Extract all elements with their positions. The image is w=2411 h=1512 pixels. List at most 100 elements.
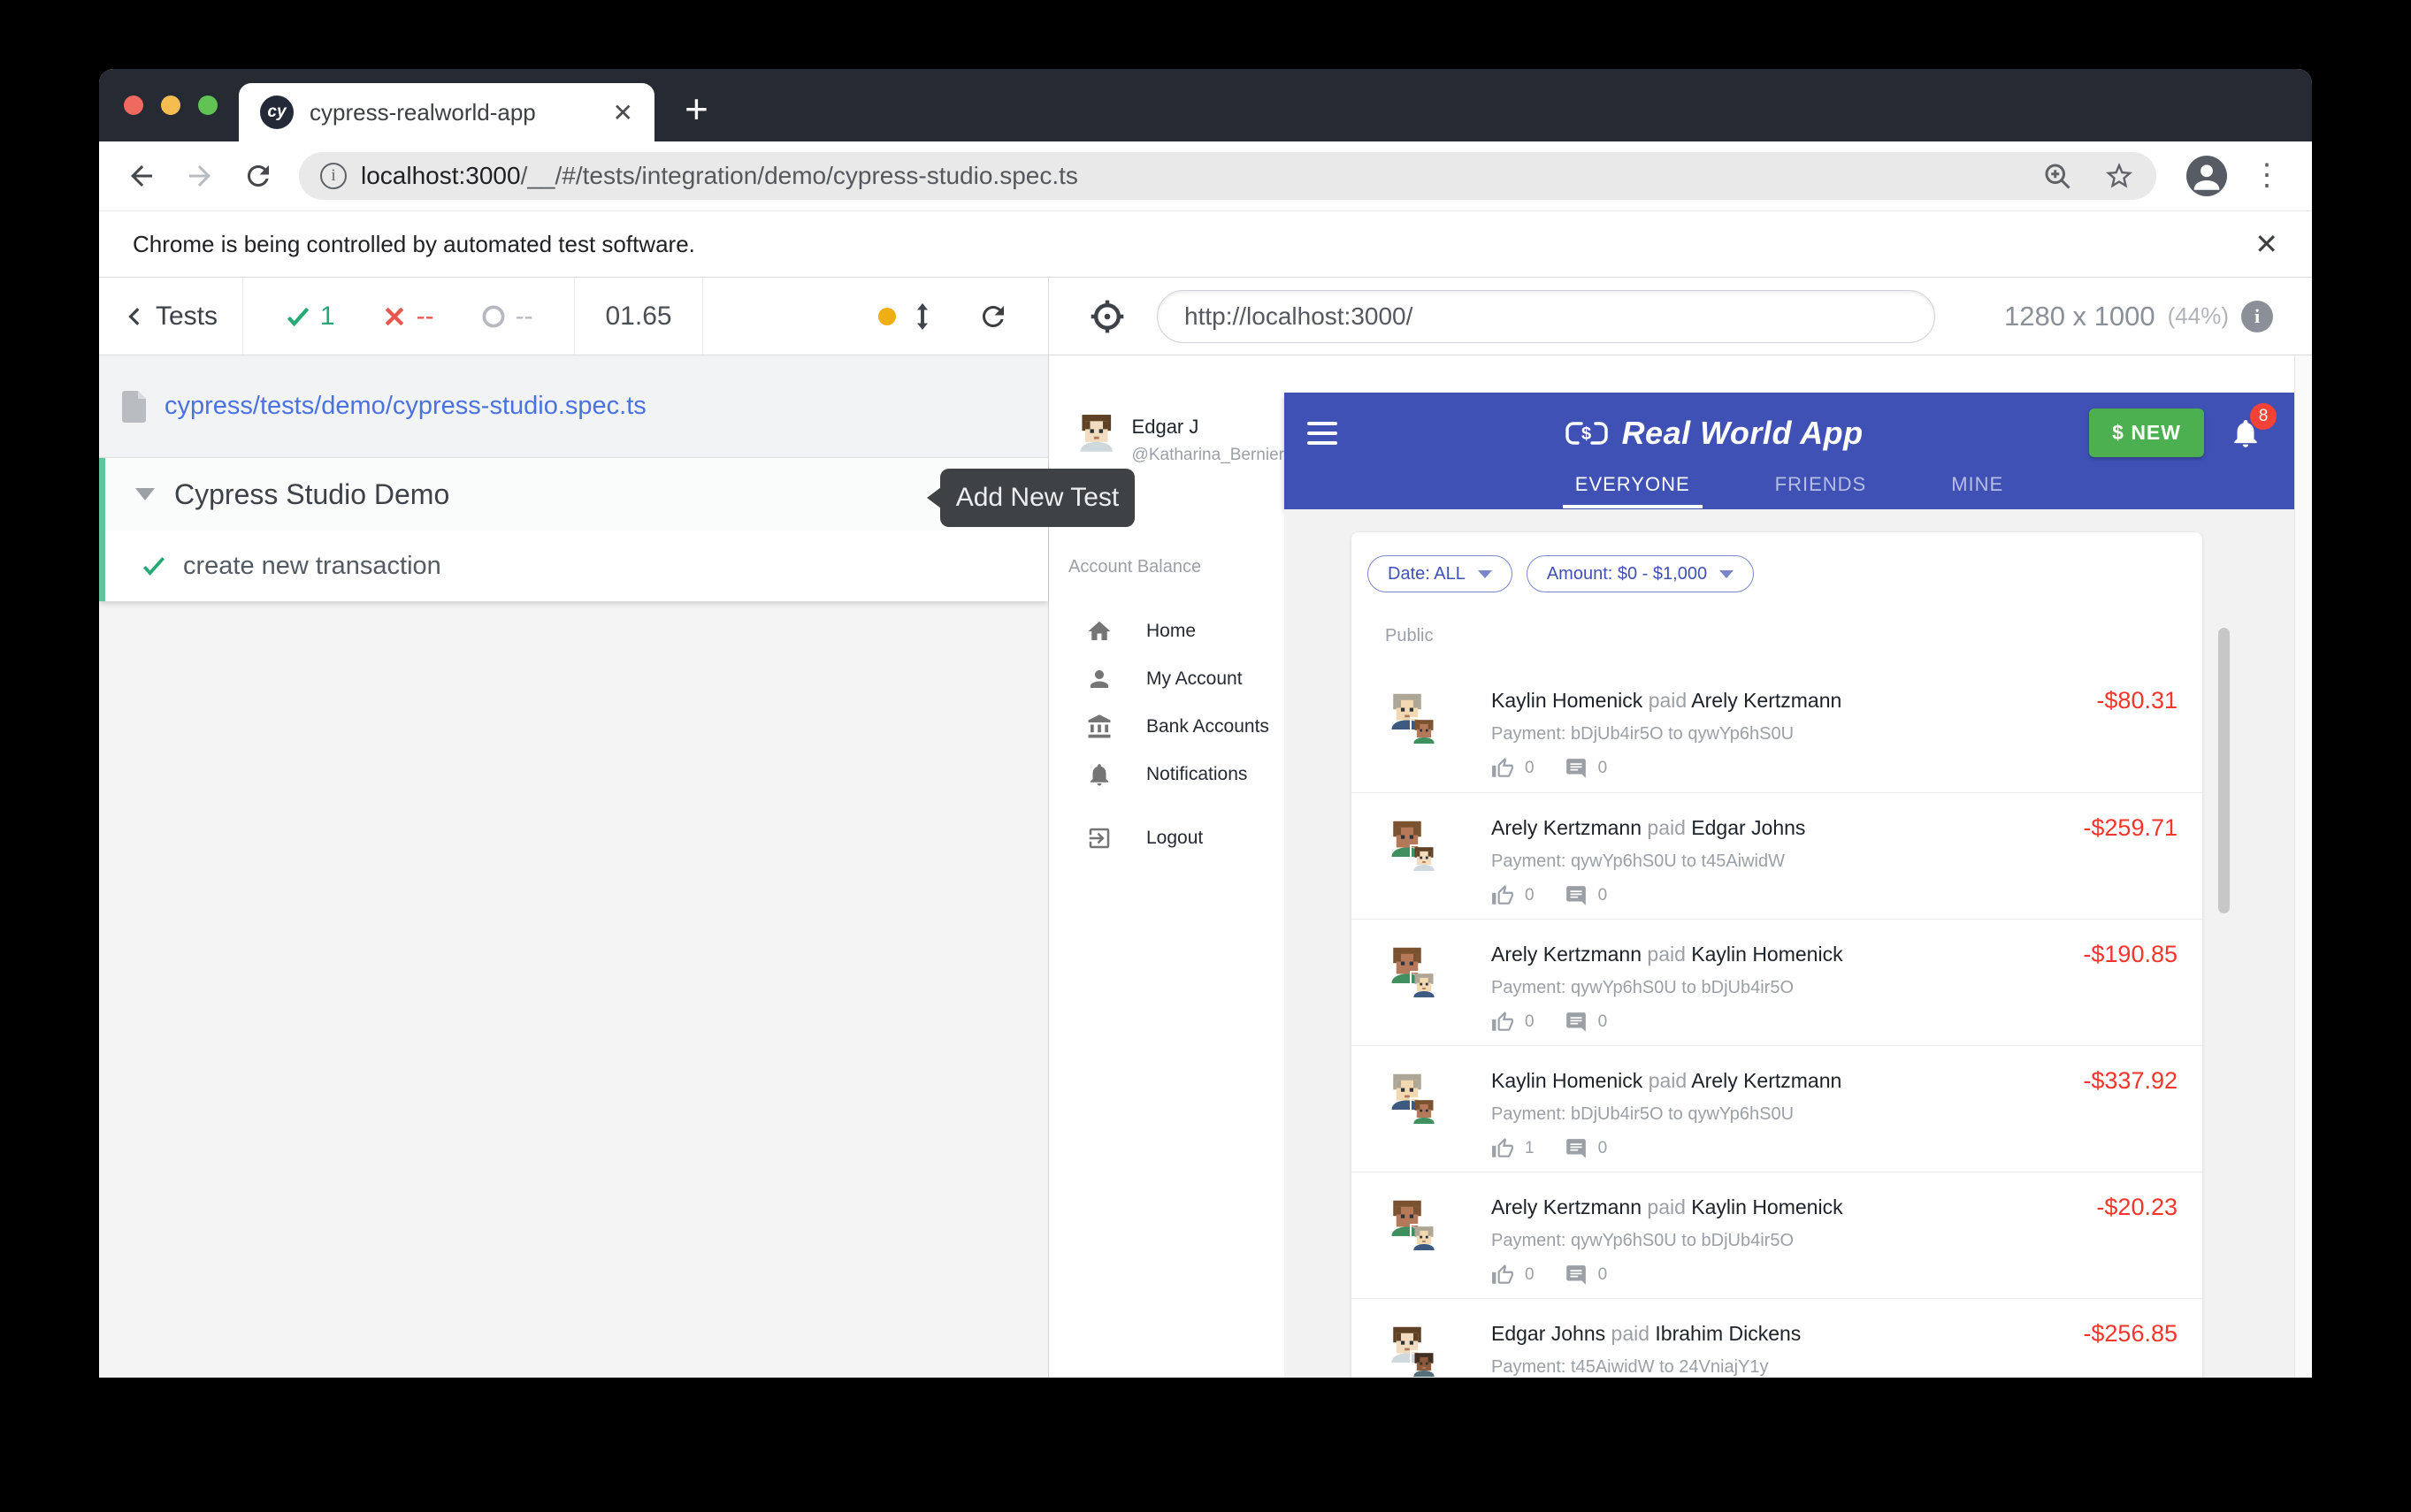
- close-tab-icon[interactable]: ✕: [613, 98, 633, 127]
- transaction-feed-card: Date: ALL Amount: $0 - $1,000 Public Kay…: [1351, 532, 2202, 1378]
- comment-icon[interactable]: [1565, 884, 1588, 907]
- transaction-amount: -$256.85: [2083, 1320, 2178, 1348]
- tab-strip: cy cypress-realworld-app ✕ +: [99, 69, 2312, 141]
- comment-icon[interactable]: [1565, 757, 1588, 780]
- infobar-close-icon[interactable]: ✕: [2254, 227, 2278, 261]
- chevron-left-icon: [124, 305, 147, 328]
- auto-scrolling-toggle[interactable]: [878, 301, 938, 332]
- back-to-tests-button[interactable]: Tests: [99, 278, 243, 355]
- comment-icon[interactable]: [1565, 1137, 1588, 1160]
- transaction-title: Kaylin Homenick paid Arely Kertzmann: [1491, 689, 2176, 713]
- url-text[interactable]: localhost:3000/__/#/tests/integration/de…: [361, 162, 2027, 190]
- transaction-amount: -$80.31: [2096, 687, 2178, 714]
- app-url-input[interactable]: http://localhost:3000/: [1157, 290, 1935, 343]
- passed-stat: 1: [285, 302, 335, 332]
- arrow-forward-icon: [184, 160, 216, 192]
- thumbs-up-icon[interactable]: [1491, 1011, 1514, 1034]
- new-transaction-button[interactable]: $ NEW: [2089, 409, 2204, 457]
- transaction-row[interactable]: Arely Kertzmann paid Edgar Johns Payment…: [1351, 792, 2202, 919]
- rwa-logo-icon: $: [1564, 420, 1610, 447]
- bank-icon: [1086, 714, 1113, 740]
- transaction-row[interactable]: Edgar Johns paid Ibrahim Dickens Payment…: [1351, 1298, 2202, 1378]
- page-info-icon[interactable]: i: [320, 163, 347, 189]
- sidebar-nav-home[interactable]: Home: [1049, 607, 1284, 655]
- sidebar-nav-notifications[interactable]: Notifications: [1049, 751, 1284, 798]
- thumbs-up-icon[interactable]: [1491, 1137, 1514, 1160]
- app-preview-panel: Edgar J @Katharina_Bernier Account Balan…: [1049, 355, 2312, 1378]
- profile-avatar-icon[interactable]: [2186, 156, 2227, 196]
- sidebar-user: Edgar J @Katharina_Bernier: [1049, 393, 1284, 465]
- viewport-dimensions: 1280 x 1000 (44%) i: [2004, 301, 2273, 332]
- spec-file-link[interactable]: cypress/tests/demo/cypress-studio.spec.t…: [99, 355, 1048, 458]
- maximize-window-button[interactable]: [198, 95, 218, 115]
- sidebar-nav-logout[interactable]: Logout: [1049, 814, 1284, 862]
- transaction-detail: Payment: bDjUb4ir5O to qywYp6hS0U: [1491, 724, 2176, 745]
- tab-everyone[interactable]: EVERYONE: [1575, 473, 1690, 508]
- transaction-amount: -$190.85: [2083, 941, 2178, 968]
- zoom-icon[interactable]: [2041, 160, 2073, 192]
- amount-filter-chip[interactable]: Amount: $0 - $1,000: [1527, 555, 1754, 592]
- receiver-avatar: [1412, 846, 1436, 871]
- thumbs-up-icon[interactable]: [1491, 757, 1514, 780]
- restart-tests-icon[interactable]: [977, 301, 1009, 332]
- back-button[interactable]: [117, 151, 166, 201]
- hamburger-menu-icon[interactable]: [1307, 422, 1337, 445]
- user-avatar: [1077, 410, 1116, 454]
- transaction-title: Arely Kertzmann paid Kaylin Homenick: [1491, 943, 2176, 966]
- sidebar-nav: Home My Account Bank Accounts Notificati…: [1049, 607, 1284, 862]
- tab-friends[interactable]: FRIENDS: [1775, 473, 1867, 508]
- transaction-detail: Payment: qywYp6hS0U to t45AiwidW: [1491, 851, 2176, 872]
- forward-button[interactable]: [175, 151, 225, 201]
- app-scrollbar-track[interactable]: [2294, 355, 2312, 1378]
- app-title: $ Real World App: [1564, 415, 1864, 452]
- feed-scrollbar-thumb[interactable]: [2218, 628, 2230, 913]
- transaction-row[interactable]: Kaylin Homenick paid Arely Kertzmann Pay…: [1351, 666, 2202, 792]
- receiver-avatar: [1412, 1352, 1436, 1377]
- runner-header: Tests 1 -- -- 01.65: [99, 278, 2312, 355]
- selector-playground-button[interactable]: [1088, 297, 1127, 336]
- thumbs-up-icon[interactable]: [1491, 884, 1514, 907]
- file-icon: [122, 391, 149, 423]
- transaction-row[interactable]: Arely Kertzmann paid Kaylin Homenick Pay…: [1351, 919, 2202, 1045]
- browser-toolbar: i localhost:3000/__/#/tests/integration/…: [99, 141, 2312, 210]
- date-filter-chip[interactable]: Date: ALL: [1367, 555, 1512, 592]
- cypress-favicon-icon: cy: [260, 95, 294, 129]
- suite-cypress-studio-demo[interactable]: Cypress Studio Demo: [105, 458, 1048, 531]
- transaction-title: Edgar Johns paid Ibrahim Dickens: [1491, 1322, 2176, 1346]
- command-log-panel: cypress/tests/demo/cypress-studio.spec.t…: [99, 355, 1049, 1378]
- close-window-button[interactable]: [124, 95, 143, 115]
- receiver-avatar: [1412, 719, 1436, 744]
- transaction-avatars: [1389, 1325, 1438, 1378]
- suite-block: Cypress Studio Demo create new transacti…: [99, 458, 1048, 601]
- browser-menu-icon[interactable]: ⋮: [2252, 166, 2282, 185]
- sidebar-nav-my-account[interactable]: My Account: [1049, 655, 1284, 703]
- notifications-bell-button[interactable]: 8: [2229, 416, 2262, 451]
- transaction-row[interactable]: Kaylin Homenick paid Arely Kertzmann Pay…: [1351, 1045, 2202, 1172]
- collapse-caret-icon[interactable]: [135, 488, 155, 500]
- thumbs-up-icon[interactable]: [1491, 1264, 1514, 1287]
- transaction-amount: -$337.92: [2083, 1067, 2178, 1095]
- test-create-new-transaction[interactable]: create new transaction: [105, 531, 1048, 601]
- receiver-avatar: [1412, 973, 1436, 997]
- comment-icon[interactable]: [1565, 1264, 1588, 1287]
- x-icon: [381, 303, 408, 330]
- browser-window: cy cypress-realworld-app ✕ + i localhost…: [99, 69, 2312, 1378]
- new-tab-button[interactable]: +: [685, 88, 708, 129]
- minimize-window-button[interactable]: [161, 95, 180, 115]
- transaction-social: 0 0: [1491, 757, 2176, 780]
- transaction-row[interactable]: Arely Kertzmann paid Kaylin Homenick Pay…: [1351, 1172, 2202, 1298]
- feed-tabs: EVERYONE FRIENDS MINE: [1284, 473, 2294, 508]
- comment-icon[interactable]: [1565, 1011, 1588, 1034]
- transaction-detail: Payment: t45AiwidW to 24VniajY1y: [1491, 1357, 2176, 1378]
- transaction-avatars: [1389, 820, 1438, 876]
- transaction-amount: -$20.23: [2096, 1194, 2178, 1221]
- notification-badge: 8: [2250, 403, 2277, 430]
- viewport-info-icon[interactable]: i: [2241, 301, 2273, 332]
- browser-tab[interactable]: cy cypress-realworld-app ✕: [239, 83, 654, 141]
- url-bar[interactable]: i localhost:3000/__/#/tests/integration/…: [299, 152, 2156, 200]
- bookmark-star-icon[interactable]: [2103, 160, 2135, 192]
- reload-button[interactable]: [233, 151, 283, 201]
- crosshair-icon: [1088, 297, 1127, 336]
- tab-mine[interactable]: MINE: [1951, 473, 2003, 508]
- sidebar-nav-bank-accounts[interactable]: Bank Accounts: [1049, 703, 1284, 751]
